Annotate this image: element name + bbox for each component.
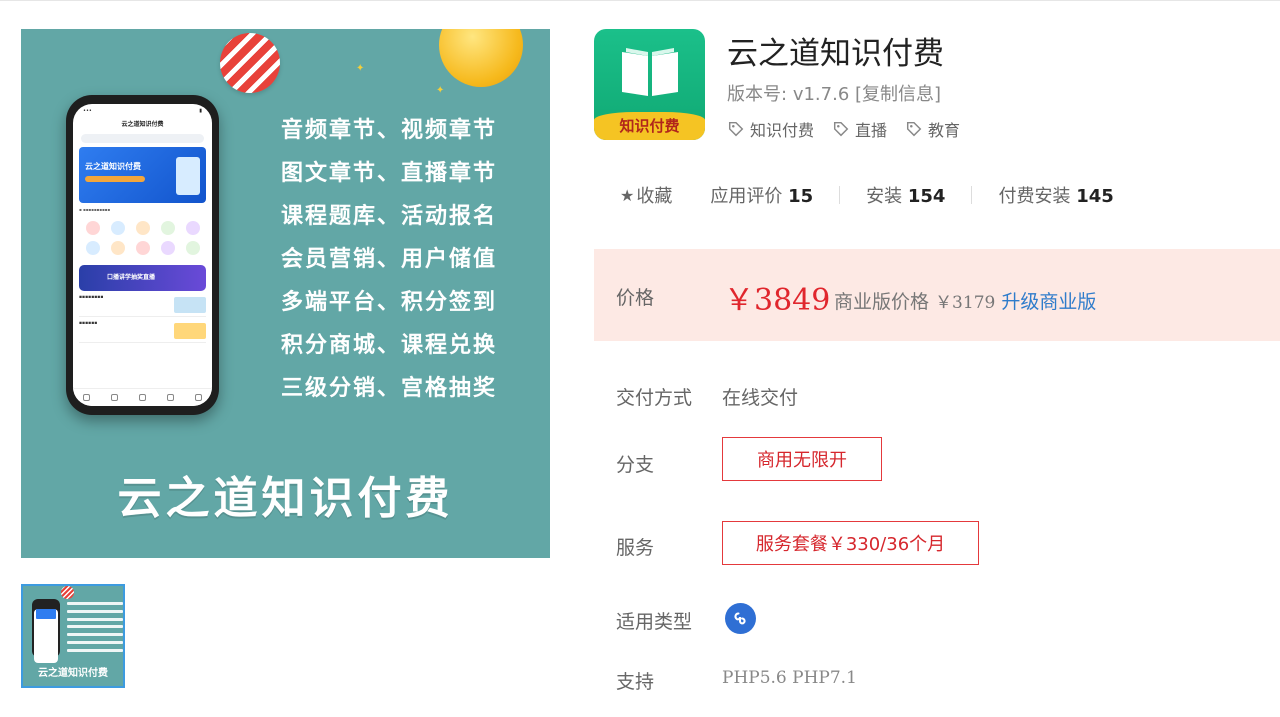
price-label: 价格 xyxy=(616,287,655,309)
upgrade-business-link[interactable]: 升级商业版 xyxy=(1001,291,1096,313)
version-label: 版本号: xyxy=(727,84,788,105)
phone-tab-bar xyxy=(73,388,212,406)
business-price: 商业版价格 ￥3179 升级商业版 xyxy=(834,287,1096,314)
app-icon: 知识付费 xyxy=(594,29,705,140)
reviews-label: 应用评价 xyxy=(710,186,783,207)
version-number: v1.7.6 xyxy=(792,84,850,105)
sparkle-icon: ✦ xyxy=(356,63,365,74)
tag-item[interactable]: 知识付费 xyxy=(727,117,814,141)
phone-course-item: ▪▪▪▪▪▪ xyxy=(79,321,206,343)
mini-program-icon xyxy=(725,603,756,634)
delivery-label: 交付方式 xyxy=(616,387,693,409)
gallery-thumbnail[interactable]: 云之道知识付费 xyxy=(21,584,125,688)
tag-icon xyxy=(833,121,849,137)
tag-label: 直播 xyxy=(855,121,888,140)
phone-mockup: ••• ▮ 云之道知识付费 云之道知识付费 ▪ ▪▪▪▪▪▪▪▪▪▪ 口播讲学抽奖… xyxy=(66,95,219,415)
feature-line: 多端平台、积分签到 xyxy=(281,290,498,315)
paid-installs-count: 145 xyxy=(1076,186,1114,207)
paid-installs-stat: 付费安装 145 xyxy=(998,182,1113,208)
top-divider xyxy=(0,0,1280,1)
gold-coin-decoration xyxy=(439,29,523,87)
phone-search xyxy=(81,134,204,143)
tag-item[interactable]: 直播 xyxy=(832,117,887,141)
support-label: 支持 xyxy=(616,671,655,693)
striped-ball-decoration xyxy=(61,586,74,599)
mini-program-glyph xyxy=(733,612,746,624)
price-value: ￥3849 xyxy=(724,283,831,318)
phone-banner-art xyxy=(176,157,200,195)
tag-label: 知识付费 xyxy=(750,121,815,140)
phone-banner-button xyxy=(85,176,145,182)
delivery-value: 在线交付 xyxy=(722,387,799,409)
phone-course-item: ▪▪▪▪▪▪▪▪ xyxy=(79,295,206,317)
phone-mockup xyxy=(32,599,60,663)
paid-installs-label: 付费安装 xyxy=(998,186,1071,207)
sparkle-icon: ✦ xyxy=(436,85,445,96)
app-title: 云之道知识付费 xyxy=(727,36,944,72)
tag-label: 教育 xyxy=(928,121,961,140)
feature-line: 音频章节、视频章节 xyxy=(281,118,498,143)
support-value: PHP5.6 PHP7.1 xyxy=(722,668,857,688)
phone-notice: ▪ ▪▪▪▪▪▪▪▪▪▪ xyxy=(79,207,111,212)
phone-banner: 云之道知识付费 xyxy=(79,147,206,203)
app-icon-label: 知识付费 xyxy=(594,112,705,140)
price-panel: 价格 ￥3849 商业版价格 ￥3179 升级商业版 xyxy=(594,249,1280,341)
phone-header: 云之道知识付费 xyxy=(121,121,164,128)
product-main-image: ✦ ✦ ••• ▮ 云之道知识付费 云之道知识付费 ▪ ▪▪▪▪▪▪▪▪▪▪ 口播… xyxy=(21,29,550,558)
favorite-button[interactable]: ★ 收藏 xyxy=(620,182,672,208)
divider xyxy=(839,186,841,204)
tag-item[interactable]: 教育 xyxy=(905,117,960,141)
tag-icon xyxy=(907,121,922,137)
feature-line: 图文章节、直播章节 xyxy=(281,161,498,186)
tag-icon xyxy=(728,121,744,137)
stats-bar: ★ 收藏 应用评价 15 安装 154 付费安装 145 xyxy=(620,182,1114,208)
reviews-stat[interactable]: 应用评价 15 xyxy=(710,182,813,208)
installs-count: 154 xyxy=(907,186,946,207)
feature-line: 会员营销、用户储值 xyxy=(281,247,498,272)
service-label: 服务 xyxy=(616,537,655,559)
feature-line: 积分商城、课程兑换 xyxy=(281,333,498,358)
tag-list: 知识付费 直播 教育 xyxy=(727,117,960,141)
thumbnail-title: 云之道知识付费 xyxy=(38,668,108,679)
phone-live-banner: 口播讲学抽奖直播 xyxy=(79,265,206,291)
type-label: 适用类型 xyxy=(616,611,693,633)
thumbnail-feature-lines xyxy=(67,602,123,657)
banner-title: 云之道知识付费 xyxy=(117,473,454,524)
feature-line: 课程题库、活动报名 xyxy=(281,204,498,229)
business-price-value: ￥3179 xyxy=(935,293,996,313)
phone-icon-grid xyxy=(73,219,212,257)
version-line: 版本号: v1.7.6 [复制信息] xyxy=(727,80,941,106)
installs-label: 安装 xyxy=(866,186,903,207)
branch-option-button[interactable]: 商用无限开 xyxy=(722,437,882,481)
phone-status-bar: ••• ▮ xyxy=(83,108,202,114)
reviews-count: 15 xyxy=(788,186,814,207)
feature-list: 音频章节、视频章节 图文章节、直播章节 课程题库、活动报名 会员营销、用户储值 … xyxy=(281,109,541,410)
favorite-label: 收藏 xyxy=(636,186,673,207)
branch-label: 分支 xyxy=(616,454,655,476)
phone-screen: ••• ▮ 云之道知识付费 云之道知识付费 ▪ ▪▪▪▪▪▪▪▪▪▪ 口播讲学抽奖… xyxy=(73,104,212,406)
feature-line: 三级分销、宫格抽奖 xyxy=(281,376,498,401)
striped-ball-decoration xyxy=(220,33,280,93)
installs-stat: 安装 154 xyxy=(866,182,945,208)
service-option-button[interactable]: 服务套餐￥330/36个月 xyxy=(722,521,979,565)
star-icon: ★ xyxy=(620,185,635,205)
business-price-label: 商业版价格 xyxy=(834,291,930,313)
book-icon xyxy=(622,48,678,96)
copy-info-link[interactable]: [复制信息] xyxy=(855,84,941,105)
phone-banner-title: 云之道知识付费 xyxy=(85,162,141,171)
divider xyxy=(971,186,973,204)
